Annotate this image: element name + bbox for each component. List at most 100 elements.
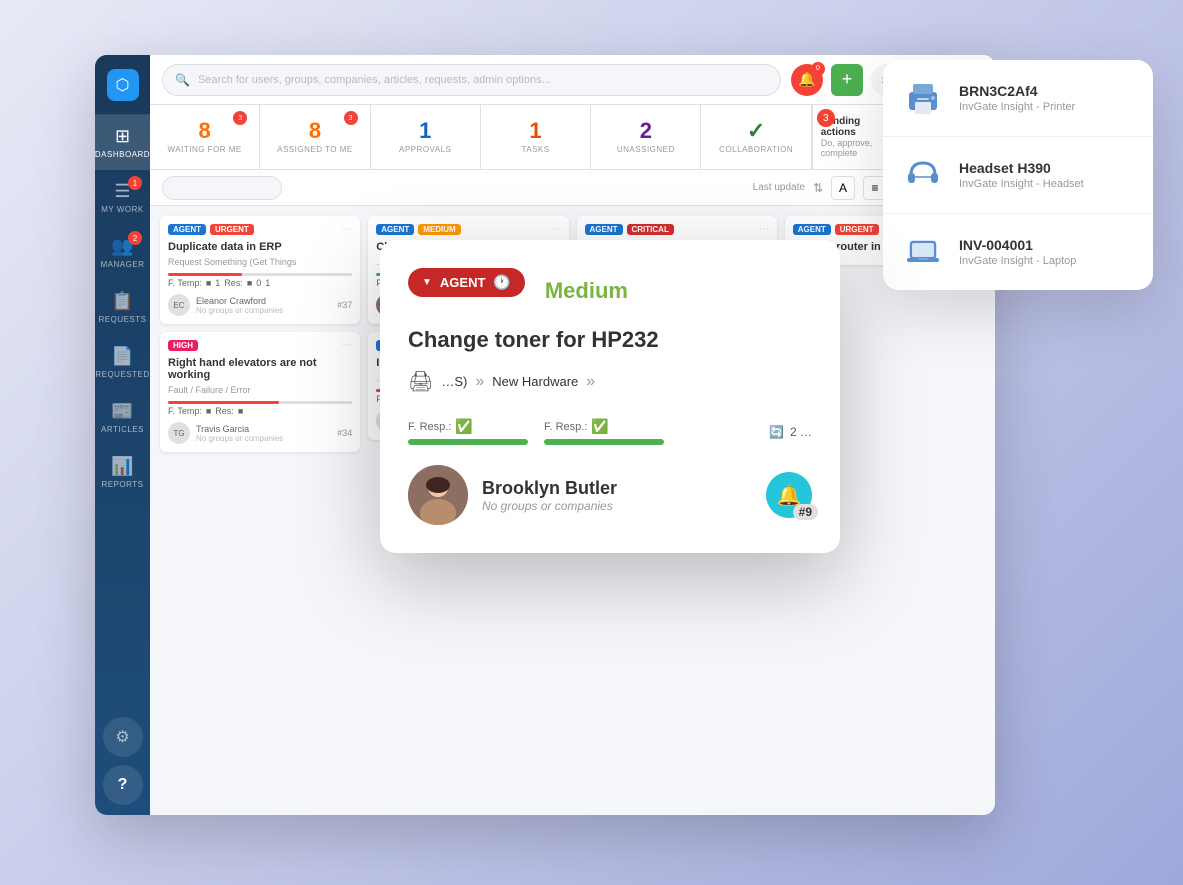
sidebar-item-manager[interactable]: 👥 2 MANAGER (95, 225, 150, 280)
breadcrumb: 🖨 …S) » New Hardware » (408, 369, 812, 394)
breadcrumb-sep-2: » (586, 373, 595, 391)
sidebar-item-dashboard[interactable]: ⊞ DASHBOARD (95, 115, 150, 170)
dashboard-icon: ⊞ (115, 126, 130, 147)
agent-badge-button[interactable]: ▼ AGENT 🕐 (408, 268, 525, 297)
tasks-count: 1 (529, 120, 541, 142)
reports-icon: 📊 (111, 456, 133, 477)
unassigned-label: UNASSIGNED (617, 145, 675, 154)
last-update-label: Last update (753, 182, 805, 193)
tag-urgent-4: Urgent (835, 224, 879, 235)
alert-btn[interactable]: 🔔 0 (791, 64, 823, 96)
articles-icon: 📰 (111, 401, 133, 422)
ticket-main-title: Change toner for HP232 (408, 327, 812, 353)
stat-approvals[interactable]: 1 APPROVALS (371, 105, 481, 169)
card-title-1: Duplicate data in ERP (168, 241, 352, 253)
stat-unassigned[interactable]: 2 UNASSIGNED (591, 105, 701, 169)
resp-bar-2 (544, 439, 664, 445)
sidebar-item-requests[interactable]: 📋 REQUESTS (95, 280, 150, 335)
tasks-label: TASKS (521, 145, 549, 154)
stat-waiting-for-me[interactable]: 3 8 WAITING FOR ME (150, 105, 260, 169)
floating-detail-card: ▼ AGENT 🕐 Medium Change toner for HP232 … (380, 240, 840, 553)
sidebar-item-requested[interactable]: 📄 REQUESTED (95, 335, 150, 390)
waiting-badge: 3 (233, 111, 247, 125)
sidebar-item-reports[interactable]: 📊 REPORTS (95, 445, 150, 500)
filter-search-input[interactable] (162, 176, 282, 200)
tag-agent-4: AGENT (793, 224, 831, 235)
cycle-info: 🔄 2 … (769, 425, 812, 439)
alert-badge: 0 (811, 62, 825, 76)
asset-item-laptop[interactable]: INV-004001 InvGate Insight - Laptop (883, 214, 1153, 290)
stat-collaboration[interactable]: ✓ COLLABORATION (701, 105, 811, 169)
headset-asset-icon (901, 153, 945, 197)
kanban-card-duplicate-erp[interactable]: AGENT Urgent ⋯ Duplicate data in ERP Req… (160, 216, 360, 324)
topbar: 🔍 Search for users, groups, companies, a… (150, 55, 995, 105)
waiting-label: WAITING FOR ME (168, 145, 242, 154)
stats-bar: 3 8 WAITING FOR ME 3 8 ASSIGNED TO ME 1 … (150, 105, 995, 170)
avatar-5: TG (168, 422, 190, 444)
resp-check-1: ✅ (455, 418, 472, 435)
chevron-down-icon: ▼ (422, 277, 432, 288)
cycle-icon: 🔄 (769, 425, 784, 439)
help-icon: ? (118, 776, 128, 794)
kanban-col-1: AGENT Urgent ⋯ Duplicate data in ERP Req… (160, 216, 360, 805)
sidebar-label-requests: REQUESTS (98, 315, 146, 324)
requested-icon: 📄 (111, 346, 133, 367)
asset-item-headset[interactable]: Headset H390 InvGate Insight - Headset (883, 137, 1153, 214)
asset-name-printer: BRN3C2Af4 (959, 83, 1075, 99)
card-menu-5[interactable]: ⋯ (342, 340, 352, 351)
card-title-5: Right hand elevators are not working (168, 357, 352, 381)
stat-assigned-to-me[interactable]: 3 8 ASSIGNED TO ME (260, 105, 370, 169)
kanban-card-elevators[interactable]: High ⋯ Right hand elevators are not work… (160, 332, 360, 452)
agent-name-1: Eleanor Crawford (196, 296, 283, 306)
resp-label-2: F. Resp.: (544, 421, 587, 433)
sidebar-label-requested: REQUESTED (95, 370, 149, 379)
sidebar-label-mywork: MY WORK (101, 205, 143, 214)
search-bar[interactable]: 🔍 Search for users, groups, companies, a… (162, 64, 781, 96)
card-menu-2[interactable]: ⋯ (551, 224, 561, 235)
card-menu-3[interactable]: ⋯ (759, 224, 769, 235)
clock-icon: 🕐 (493, 274, 510, 291)
unassigned-count: 2 (640, 120, 652, 142)
card-meta-5: Fault / Failure / Error (168, 385, 352, 395)
asset-item-printer[interactable]: BRN3C2Af4 InvGate Insight - Printer (883, 60, 1153, 137)
printer-icon: 🖨 (408, 369, 433, 394)
agent-sub-5: No groups or companies (196, 434, 283, 443)
tag-agent-3: AGENT (585, 224, 623, 235)
notification-number: #9 (793, 504, 818, 520)
add-btn[interactable]: + (831, 64, 863, 96)
avatar-1: EC (168, 294, 190, 316)
assets-panel: BRN3C2Af4 InvGate Insight - Printer Head… (883, 60, 1153, 290)
card-menu-1[interactable]: ⋯ (342, 224, 352, 235)
resp-bar-1 (408, 439, 528, 445)
resp-item-1: F. Resp.: ✅ (408, 418, 528, 445)
sidebar-item-articles[interactable]: 📰 ARTICLES (95, 390, 150, 445)
settings-icon: ⚙ (115, 727, 129, 747)
cycle-count: 2 … (790, 425, 812, 439)
collaboration-label: COLLABORATION (719, 145, 793, 154)
tag-high-5: High (168, 340, 198, 351)
assigned-label: ASSIGNED TO ME (277, 145, 353, 154)
stat-tasks[interactable]: 1 TASKS (481, 105, 591, 169)
notification-badge[interactable]: 🔔 #9 (766, 472, 812, 518)
sidebar-logo: ⬡ (95, 55, 150, 115)
waiting-count: 8 (199, 120, 211, 142)
sidebar-item-help[interactable]: ? (103, 765, 143, 805)
collaboration-count: ✓ (747, 120, 765, 142)
sidebar-item-mywork[interactable]: ☰ 1 MY WORK (95, 170, 150, 225)
search-placeholder-text: Search for users, groups, companies, art… (198, 74, 551, 86)
tag-agent-1: AGENT (168, 224, 206, 235)
sidebar-label-reports: REPORTS (101, 480, 143, 489)
assignee-meta: No groups or companies (482, 499, 617, 513)
filter-btn-a[interactable]: A (831, 176, 855, 200)
ticket-1: #37 (337, 300, 352, 310)
assigned-count: 8 (309, 120, 321, 142)
sidebar-item-settings[interactable]: ⚙ (103, 717, 143, 757)
sidebar-label-dashboard: DASHBOARD (95, 150, 150, 159)
requests-icon: 📋 (111, 291, 133, 312)
agent-sub-1: No groups or companies (196, 306, 283, 315)
pending-badge: 3 (817, 109, 835, 127)
tag-critical-3: Critical (627, 224, 674, 235)
assignee-name: Brooklyn Butler (482, 478, 617, 499)
sidebar-label-articles: ARTICLES (101, 425, 144, 434)
logo-icon: ⬡ (107, 69, 139, 101)
